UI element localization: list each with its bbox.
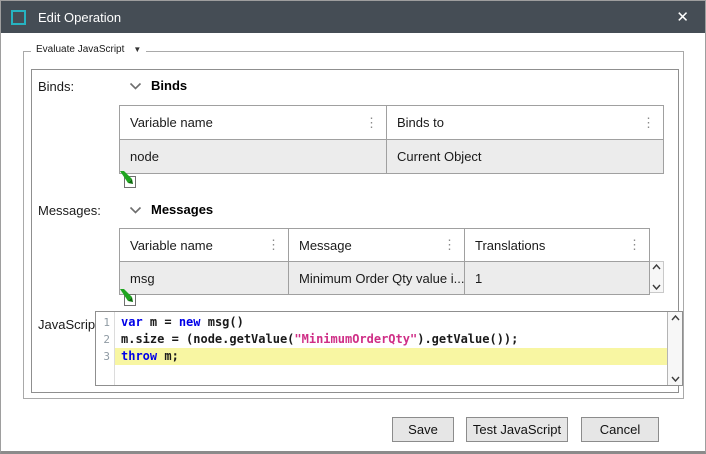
chevron-down-icon <box>129 82 142 90</box>
column-menu-icon[interactable]: ⋮ <box>628 239 641 251</box>
column-menu-icon[interactable]: ⋮ <box>365 117 378 129</box>
binds-cell-variable-name[interactable]: node <box>120 140 386 173</box>
scroll-up-icon[interactable] <box>652 264 661 270</box>
messages-section-header[interactable]: Messages <box>129 202 213 217</box>
edit-cell-icon <box>119 171 137 189</box>
editor-code-area[interactable]: var m = new msg() m.size = (node.getValu… <box>115 312 667 385</box>
scroll-up-icon[interactable] <box>671 315 680 321</box>
binds-cell-binds-to[interactable]: Current Object <box>386 140 663 173</box>
scroll-down-icon[interactable] <box>652 284 661 290</box>
dropdown-arrow-icon: ▼ <box>133 45 141 54</box>
titlebar: Edit Operation ✕ <box>1 1 705 33</box>
column-menu-icon[interactable]: ⋮ <box>267 239 280 251</box>
binds-col-binds-to[interactable]: Binds to ⋮ <box>386 106 663 139</box>
editor-scrollbar[interactable] <box>667 312 682 385</box>
binds-section-title: Binds <box>151 78 187 93</box>
test-javascript-button[interactable]: Test JavaScript <box>466 417 568 442</box>
edit-operation-dialog: Edit Operation ✕ Evaluate JavaScript ▼ B… <box>0 0 706 454</box>
messages-col-variable-name[interactable]: Variable name ⋮ <box>120 229 288 261</box>
javascript-row-label: JavaScript: <box>38 317 102 332</box>
messages-col-translations[interactable]: Translations ⋮ <box>464 229 649 261</box>
code-line-1: var m = new msg() <box>115 314 667 331</box>
operation-type-label: Evaluate JavaScript <box>36 44 124 55</box>
column-menu-icon[interactable]: ⋮ <box>642 117 655 129</box>
javascript-code-editor[interactable]: 1 2 3 var m = new msg() m.size = (node.g… <box>95 311 683 386</box>
app-icon <box>11 10 26 25</box>
messages-table: Variable name ⋮ Message ⋮ Translations ⋮… <box>119 228 650 295</box>
binds-table: Variable name ⋮ Binds to ⋮ node Current … <box>119 105 664 174</box>
messages-table-row[interactable]: msg Minimum Order Qty value i... 1 <box>120 261 649 294</box>
window-title: Edit Operation <box>38 10 121 25</box>
binds-section-header[interactable]: Binds <box>129 78 187 93</box>
chevron-down-icon <box>129 206 142 214</box>
binds-table-row[interactable]: node Current Object <box>120 139 663 173</box>
binds-table-header: Variable name ⋮ Binds to ⋮ <box>120 106 663 139</box>
scroll-down-icon[interactable] <box>671 376 680 382</box>
messages-cell-translations[interactable]: 1 <box>464 262 649 294</box>
line-number: 1 <box>96 314 114 331</box>
line-number: 3 <box>96 348 114 365</box>
binds-edit-cell-button[interactable] <box>119 171 137 189</box>
messages-edit-cell-button[interactable] <box>119 289 137 307</box>
code-line-3-highlighted: throw m; <box>115 348 667 365</box>
editor-line-number-gutter: 1 2 3 <box>96 312 115 385</box>
edit-cell-icon <box>119 289 137 307</box>
operation-type-selector[interactable]: Evaluate JavaScript ▼ <box>31 44 146 55</box>
messages-section-title: Messages <box>151 202 213 217</box>
close-icon[interactable]: ✕ <box>670 8 695 27</box>
binds-col-variable-name[interactable]: Variable name ⋮ <box>120 106 386 139</box>
cancel-button[interactable]: Cancel <box>581 417 659 442</box>
messages-row-label: Messages: <box>38 203 101 218</box>
messages-col-message[interactable]: Message ⋮ <box>288 229 464 261</box>
messages-table-header: Variable name ⋮ Message ⋮ Translations ⋮ <box>120 229 649 261</box>
messages-grid-scrollbar[interactable] <box>650 261 664 293</box>
save-button[interactable]: Save <box>392 417 454 442</box>
line-number: 2 <box>96 331 114 348</box>
code-line-2: m.size = (node.getValue("MinimumOrderQty… <box>115 331 667 348</box>
messages-cell-variable-name[interactable]: msg <box>120 262 288 294</box>
messages-cell-message[interactable]: Minimum Order Qty value i... <box>288 262 464 294</box>
binds-row-label: Binds: <box>38 79 74 94</box>
column-menu-icon[interactable]: ⋮ <box>443 239 456 251</box>
